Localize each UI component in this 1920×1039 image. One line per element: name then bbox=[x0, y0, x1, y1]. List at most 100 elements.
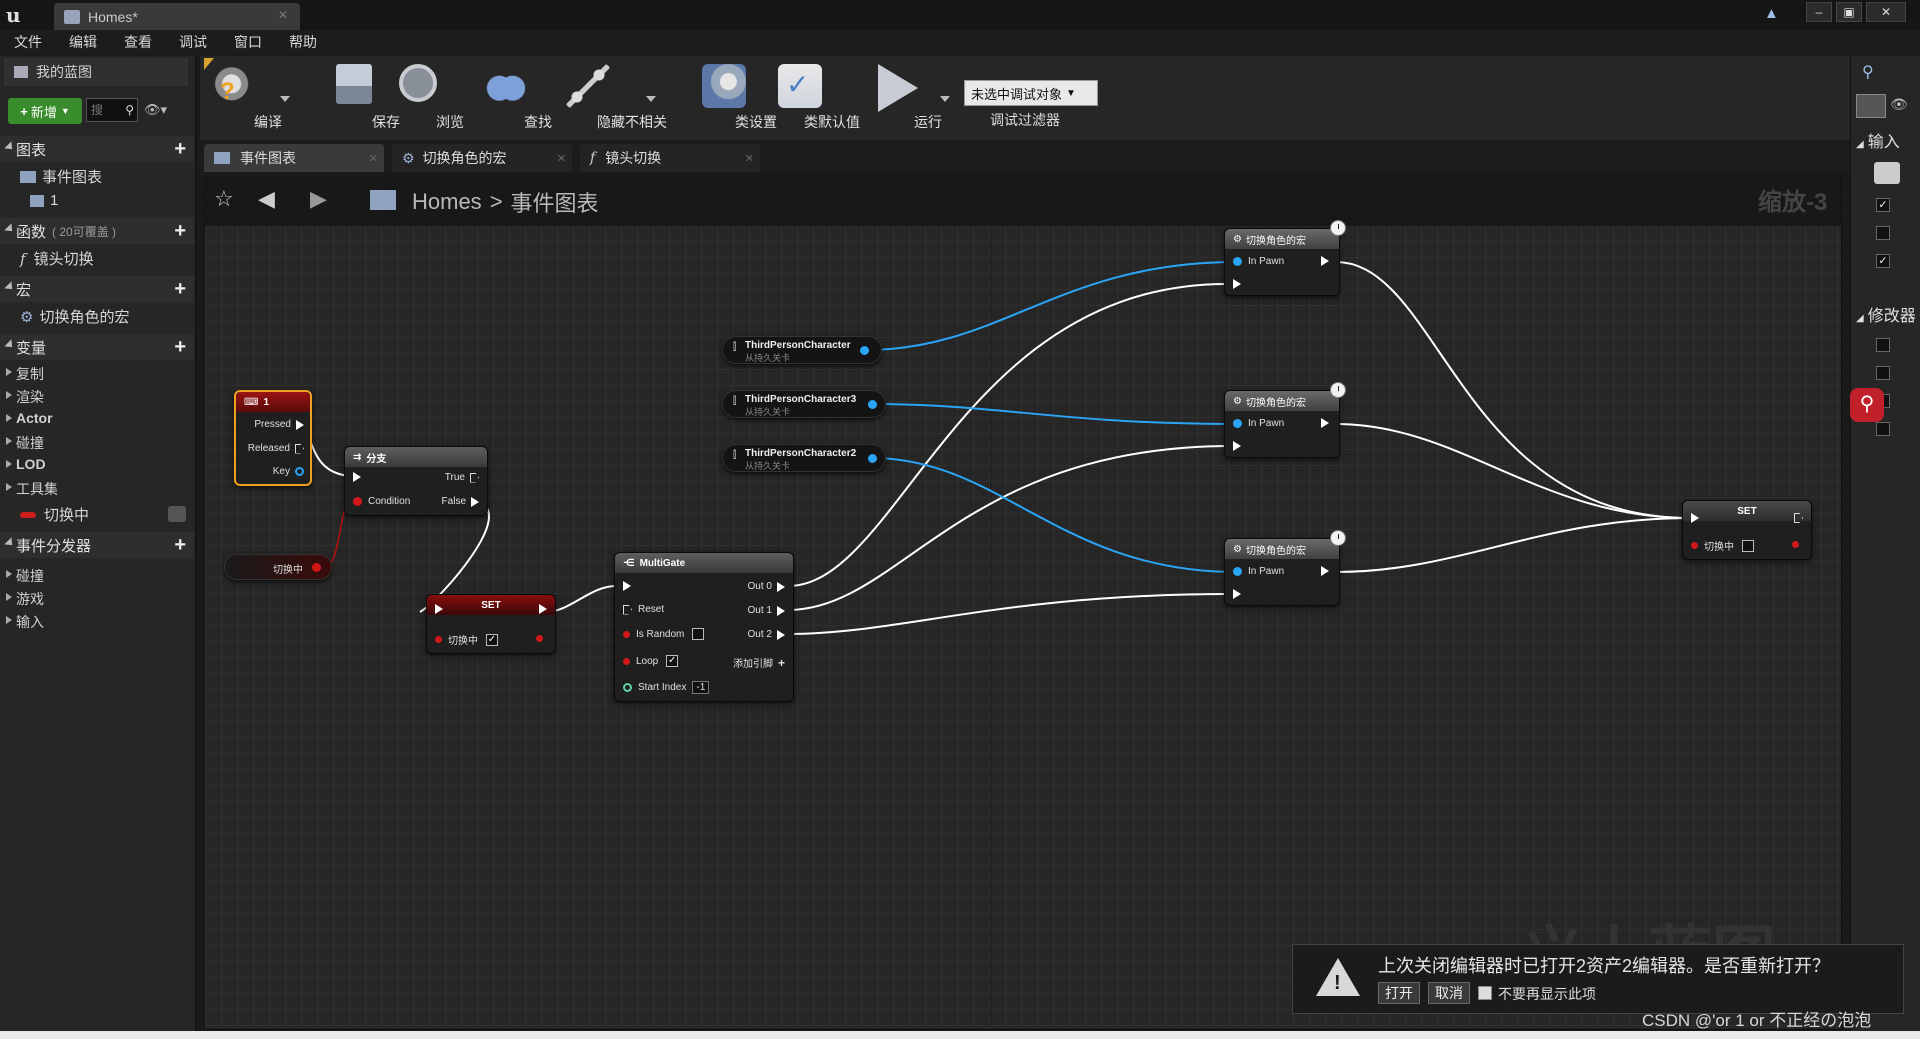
class-settings-button[interactable]: 类设置 bbox=[692, 60, 777, 136]
expand-icon[interactable] bbox=[6, 414, 12, 422]
save-button[interactable]: 保存 bbox=[322, 60, 400, 136]
var-category-replication[interactable]: 复制 bbox=[16, 364, 44, 384]
dispatcher-category-collision[interactable]: 碰撞 bbox=[16, 566, 44, 586]
menu-window[interactable]: 窗口 bbox=[234, 32, 262, 52]
add-graph-icon[interactable]: + bbox=[174, 138, 186, 161]
dont-show-checkbox[interactable] bbox=[1478, 986, 1492, 1000]
section-macros[interactable]: 宏 + bbox=[0, 276, 194, 302]
add-pin-button[interactable]: 添加引脚 + bbox=[733, 655, 785, 671]
macro-node-2[interactable]: ⚙ 切换角色的宏 In Pawn bbox=[1224, 390, 1340, 458]
pin-switching[interactable]: 切换中 bbox=[1691, 538, 1754, 553]
start-index-input[interactable]: -1 bbox=[692, 681, 710, 694]
macro-node-1[interactable]: ⚙ 切换角色的宏 In Pawn bbox=[1224, 228, 1340, 296]
open-button[interactable]: 打开 bbox=[1378, 982, 1420, 1004]
hide-unrelated-button[interactable]: 隐藏不相关 bbox=[544, 60, 667, 136]
expand-icon[interactable] bbox=[6, 437, 12, 445]
expand-icon[interactable] bbox=[6, 368, 12, 376]
add-macro-icon[interactable]: + bbox=[174, 278, 186, 301]
pin-exec-in[interactable] bbox=[1233, 441, 1241, 451]
pin-out2[interactable]: Out 2 bbox=[748, 629, 785, 640]
is-random-checkbox[interactable] bbox=[692, 628, 705, 640]
var-category-actor[interactable]: Actor bbox=[16, 410, 53, 426]
branch-node[interactable]: ⇉ 分支 Condition True False bbox=[344, 446, 488, 516]
pin-in-pawn[interactable]: In Pawn bbox=[1233, 566, 1284, 577]
search-input[interactable]: 搜 ⚲ bbox=[86, 98, 138, 122]
graph-item-event-graph[interactable]: 事件图表 bbox=[20, 166, 102, 187]
section-graphs[interactable]: 图表 + bbox=[0, 136, 194, 162]
menu-edit[interactable]: 编辑 bbox=[69, 32, 97, 52]
pin-key[interactable]: Key bbox=[273, 466, 304, 477]
graph-item-1[interactable]: 1 bbox=[30, 192, 58, 209]
pin-exec-out[interactable] bbox=[1794, 513, 1803, 523]
var-node-thirdpersoncharacter[interactable]: ⫿ ThirdPersonCharacter 从持久关卡 bbox=[722, 336, 882, 364]
my-blueprint-tab[interactable]: 我的蓝图 bbox=[4, 58, 188, 86]
panel-checkbox[interactable] bbox=[1876, 422, 1890, 436]
menu-debug[interactable]: 调试 bbox=[179, 32, 207, 52]
loop-checkbox[interactable]: ✓ bbox=[666, 655, 679, 667]
panel-checkbox[interactable] bbox=[1876, 226, 1890, 240]
switching-checkbox[interactable]: ✓ bbox=[486, 633, 498, 646]
record-search-icon[interactable]: ⚲ bbox=[1850, 388, 1884, 422]
pin-reset[interactable]: Reset bbox=[623, 604, 664, 615]
visibility-eye-icon[interactable]: 👁▾ bbox=[144, 102, 167, 118]
close-tab-icon[interactable]: ✕ bbox=[557, 152, 566, 165]
function-item-camera[interactable]: f 镜头切换 bbox=[20, 248, 94, 269]
add-dispatcher-icon[interactable]: + bbox=[174, 534, 186, 557]
modifiers-section[interactable]: ◢ 修改器 bbox=[1856, 302, 1916, 326]
close-tab-icon[interactable]: ✕ bbox=[278, 8, 288, 22]
close-window-button[interactable]: ✕ bbox=[1866, 2, 1906, 22]
browse-button[interactable]: 浏览 bbox=[386, 60, 464, 136]
var-category-collision[interactable]: 碰撞 bbox=[16, 433, 44, 453]
cancel-button[interactable]: 取消 bbox=[1428, 982, 1470, 1004]
pin-is-random[interactable]: Is Random bbox=[623, 628, 705, 640]
pin-exec-in[interactable] bbox=[435, 604, 443, 614]
pin-exec-out[interactable] bbox=[539, 604, 547, 614]
add-new-button[interactable]: + 新增 ▼ bbox=[8, 98, 82, 124]
mortarboard-icon[interactable]: ▲ bbox=[1764, 5, 1786, 25]
key-event-node[interactable]: ⌨ 1 Pressed Released Key bbox=[234, 390, 312, 486]
search-icon[interactable]: ⚲ bbox=[1862, 62, 1874, 82]
panel-checkbox[interactable]: ✓ bbox=[1876, 198, 1890, 212]
tab-switch-character-macro[interactable]: ⚙ 切换角色的宏 ✕ bbox=[392, 144, 572, 172]
var-category-lod[interactable]: LOD bbox=[16, 456, 46, 472]
var-category-utilities[interactable]: 工具集 bbox=[16, 479, 58, 499]
pin-exec-in[interactable] bbox=[1233, 279, 1241, 289]
menu-help[interactable]: 帮助 bbox=[289, 32, 317, 52]
pin-released[interactable]: Released bbox=[248, 443, 304, 454]
minimize-button[interactable]: – bbox=[1806, 2, 1832, 22]
macro-node-3[interactable]: ⚙ 切换角色的宏 In Pawn bbox=[1224, 538, 1340, 606]
close-tab-icon[interactable]: ✕ bbox=[369, 152, 378, 165]
panel-checkbox[interactable] bbox=[1876, 338, 1890, 352]
pin-switching[interactable]: 切换中 ✓ bbox=[435, 632, 498, 647]
breadcrumb-root[interactable]: Homes bbox=[412, 189, 482, 215]
pin-out1[interactable]: Out 1 bbox=[748, 605, 785, 616]
compile-button[interactable]: ? 编译 bbox=[204, 60, 282, 136]
expand-icon[interactable] bbox=[6, 570, 12, 578]
variable-item-switching[interactable]: 切换中 bbox=[20, 504, 89, 525]
find-button[interactable]: 查找 bbox=[474, 60, 552, 136]
input-settings-icon[interactable] bbox=[1874, 162, 1900, 184]
var-category-rendering[interactable]: 渲染 bbox=[16, 387, 44, 407]
expand-icon[interactable] bbox=[6, 616, 12, 624]
run-options-chevron-icon[interactable] bbox=[940, 96, 950, 102]
panel-checkbox[interactable] bbox=[1876, 366, 1890, 380]
var-node-thirdpersoncharacter2[interactable]: ⫿ ThirdPersonCharacter2 从持久关卡 bbox=[722, 444, 886, 472]
menu-file[interactable]: 文件 bbox=[14, 32, 42, 52]
set-node-2[interactable]: SET 切换中 bbox=[1682, 500, 1812, 560]
set-node-1[interactable]: SET 切换中 ✓ bbox=[426, 594, 556, 654]
debug-object-select[interactable]: 未选中调试对象 ▼ bbox=[964, 80, 1098, 106]
pin-exec-out[interactable] bbox=[1321, 566, 1329, 576]
pin-in-pawn[interactable]: In Pawn bbox=[1233, 256, 1284, 267]
expand-icon[interactable] bbox=[6, 391, 12, 399]
back-arrow-icon[interactable]: ◀ bbox=[258, 186, 275, 212]
run-button[interactable]: 运行 bbox=[864, 60, 942, 136]
macro-item-switch-character[interactable]: ⚙ 切换角色的宏 bbox=[20, 306, 129, 327]
section-dispatchers[interactable]: 事件分发器 + bbox=[0, 532, 194, 558]
pin-exec-in[interactable] bbox=[1691, 513, 1699, 523]
var-node-thirdpersoncharacter3[interactable]: ⫿ ThirdPersonCharacter3 从持久关卡 bbox=[722, 390, 886, 418]
close-tab-icon[interactable]: ✕ bbox=[745, 152, 754, 165]
pin-out0[interactable]: Out 0 bbox=[748, 581, 785, 592]
tab-camera-switch[interactable]: f 镜头切换 ✕ bbox=[580, 144, 760, 172]
compile-options-chevron-icon[interactable] bbox=[280, 96, 290, 102]
switching-checkbox[interactable] bbox=[1742, 539, 1754, 552]
